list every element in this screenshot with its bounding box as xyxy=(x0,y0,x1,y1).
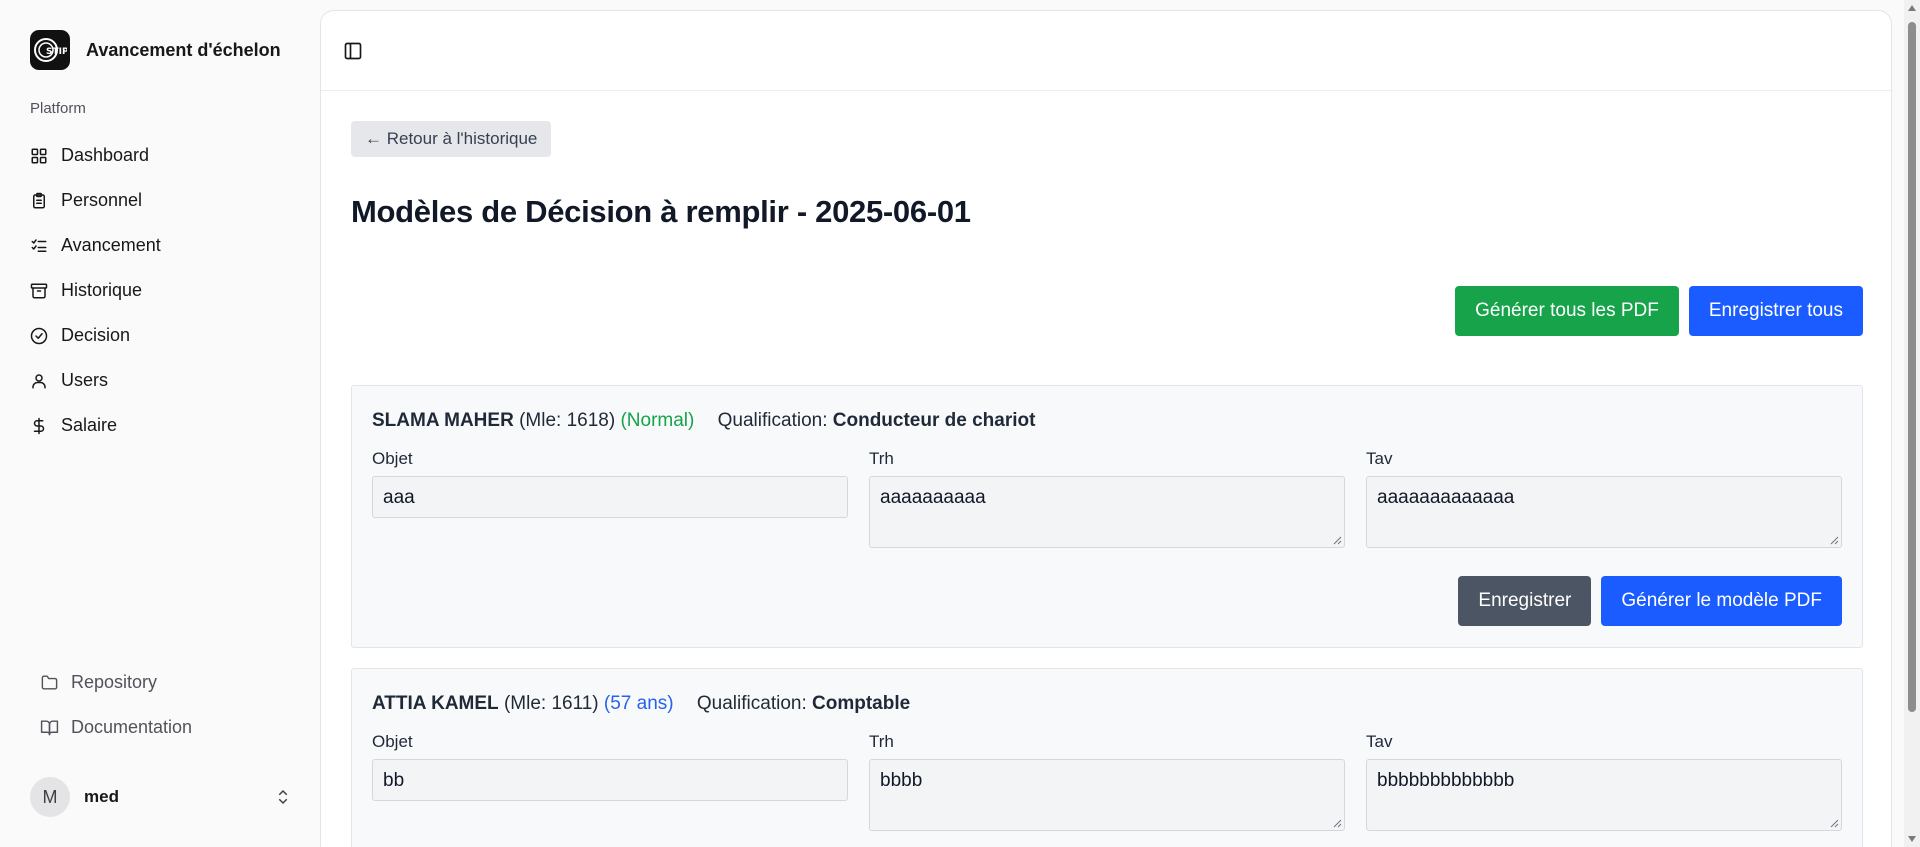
avatar: M xyxy=(30,777,70,817)
link-repository[interactable]: Repository xyxy=(40,660,192,705)
objet-field: Objet bb xyxy=(372,732,848,801)
sidebar-item-label: Decision xyxy=(61,325,131,345)
back-to-history-button[interactable]: ← Retour à l'historique xyxy=(351,121,552,157)
sidebar-item-historique[interactable]: Historique xyxy=(30,268,300,313)
sidebar-item-dashboard[interactable]: Dashboard xyxy=(30,133,300,178)
trh-textarea[interactable]: bbbb xyxy=(869,759,1345,831)
objet-label: Objet xyxy=(372,732,413,751)
qualification-value: Conducteur de chariot xyxy=(832,410,1036,431)
save-all-button[interactable]: Enregistrer tous xyxy=(1688,286,1863,336)
link-label: Repository xyxy=(71,672,158,692)
sidebar-item-label: Users xyxy=(61,370,109,390)
sidebar-item-decision[interactable]: Decision xyxy=(30,313,300,358)
sidebar-nav: Dashboard Personnel Avancement Historiqu… xyxy=(30,133,300,448)
generate-pdf-button[interactable]: Générer le modèle PDF xyxy=(1601,576,1842,626)
book-icon xyxy=(40,720,59,736)
qualification-label: Qualification: xyxy=(696,693,807,714)
objet-field: Objet aaa xyxy=(372,449,848,518)
page-title: Modèles de Décision à remplir - 2025-06-… xyxy=(351,194,971,229)
employee-status: (Normal) xyxy=(620,410,695,431)
sidebar-toggle-button[interactable] xyxy=(343,41,365,63)
objet-input[interactable]: bb xyxy=(372,759,848,801)
sidebar-item-label: Historique xyxy=(61,280,143,300)
resize-handle-icon[interactable] xyxy=(1332,818,1342,828)
scroll-down-icon[interactable] xyxy=(1907,835,1917,843)
objet-input[interactable]: aaa xyxy=(372,476,848,518)
folder-icon xyxy=(41,675,58,690)
trh-label: Trh xyxy=(869,449,894,468)
tav-label: Tav xyxy=(1366,449,1393,468)
sidebar-item-salaire[interactable]: Salaire xyxy=(30,403,300,448)
tav-textarea[interactable]: aaaaaaaaaaaaa xyxy=(1366,476,1842,548)
sidebar: STIP Avancement d'échelon Platform Dashb… xyxy=(0,0,320,847)
trh-value: bbbb xyxy=(880,770,923,791)
sidebar-group-label: Platform xyxy=(30,100,86,117)
employee-card: ATTIA KAMEL (Mle: 1611) (57 ans) Qualifi… xyxy=(351,668,1863,847)
employee-card: SLAMA MAHER (Mle: 1618) (Normal) Qualifi… xyxy=(351,385,1863,648)
page-scrollbar[interactable] xyxy=(1904,0,1920,847)
tav-field: Tav bbbbbbbbbbbbb xyxy=(1366,732,1842,831)
chevrons-up-down-icon xyxy=(278,789,288,805)
sidebar-item-users[interactable]: Users xyxy=(30,358,300,403)
main-panel: ← Retour à l'historique Modèles de Décis… xyxy=(320,10,1892,847)
trh-textarea[interactable]: aaaaaaaaaa xyxy=(869,476,1345,548)
trh-field: Trh aaaaaaaaaa xyxy=(869,449,1345,548)
app-title: Avancement d'échelon xyxy=(86,39,281,60)
employee-mle: (Mle: 1618) xyxy=(519,410,616,431)
save-button[interactable]: Enregistrer xyxy=(1458,576,1592,626)
tav-value: bbbbbbbbbbbbb xyxy=(1377,770,1515,791)
trh-label: Trh xyxy=(869,732,894,751)
employee-name: ATTIA KAMEL xyxy=(372,693,499,714)
employee-header: ATTIA KAMEL (Mle: 1611) (57 ans) Qualifi… xyxy=(372,693,910,715)
sidebar-secondary-links: Repository Documentation xyxy=(40,660,192,750)
brand[interactable]: STIP Avancement d'échelon xyxy=(30,30,281,70)
resize-handle-icon[interactable] xyxy=(1332,535,1342,545)
sidebar-item-label: Dashboard xyxy=(61,145,150,165)
tav-value: aaaaaaaaaaaaa xyxy=(1377,487,1515,508)
link-label: Documentation xyxy=(71,717,193,737)
employee-header: SLAMA MAHER (Mle: 1618) (Normal) Qualifi… xyxy=(372,410,1035,432)
resize-handle-icon[interactable] xyxy=(1829,535,1839,545)
clipboard-list-icon xyxy=(33,192,45,208)
link-documentation[interactable]: Documentation xyxy=(40,705,192,750)
user-name: med xyxy=(84,787,119,806)
sidebar-item-label: Salaire xyxy=(61,415,118,435)
qualification-label: Qualification: xyxy=(717,410,828,431)
layout-grid-icon xyxy=(31,148,47,163)
svg-text:STIP: STIP xyxy=(46,47,67,57)
resize-handle-icon[interactable] xyxy=(1829,818,1839,828)
tav-textarea[interactable]: bbbbbbbbbbbbb xyxy=(1366,759,1842,831)
bulk-actions: Générer tous les PDF Enregistrer tous xyxy=(1455,286,1863,336)
topbar xyxy=(321,11,1891,91)
sidebar-item-personnel[interactable]: Personnel xyxy=(30,178,300,223)
trh-value: aaaaaaaaaa xyxy=(880,487,986,508)
sidebar-item-avancement[interactable]: Avancement xyxy=(30,223,300,268)
employee-status: (57 ans) xyxy=(603,693,674,714)
check-circle-icon xyxy=(30,327,48,344)
sidebar-item-label: Avancement xyxy=(61,235,161,255)
card-actions: Enregistrer Générer le modèle PDF xyxy=(1458,576,1842,626)
dollar-icon xyxy=(33,417,45,434)
employee-name: SLAMA MAHER xyxy=(372,410,514,431)
tav-field: Tav aaaaaaaaaaaaa xyxy=(1366,449,1842,548)
app-logo: STIP xyxy=(30,30,70,70)
scroll-thumb[interactable] xyxy=(1908,22,1916,712)
user-icon xyxy=(32,373,46,388)
employee-mle: (Mle: 1611) xyxy=(503,693,599,714)
list-checks-icon xyxy=(31,238,47,252)
tav-label: Tav xyxy=(1366,732,1393,751)
qualification-value: Comptable xyxy=(812,693,911,714)
archive-icon xyxy=(30,283,48,298)
generate-all-pdf-button[interactable]: Générer tous les PDF xyxy=(1455,286,1679,336)
trh-field: Trh bbbb xyxy=(869,732,1345,831)
panel-left-icon xyxy=(344,42,362,60)
sidebar-item-label: Personnel xyxy=(61,190,143,210)
objet-label: Objet xyxy=(372,449,413,468)
scroll-up-icon[interactable] xyxy=(1907,4,1917,12)
user-menu[interactable]: M med xyxy=(30,777,292,817)
